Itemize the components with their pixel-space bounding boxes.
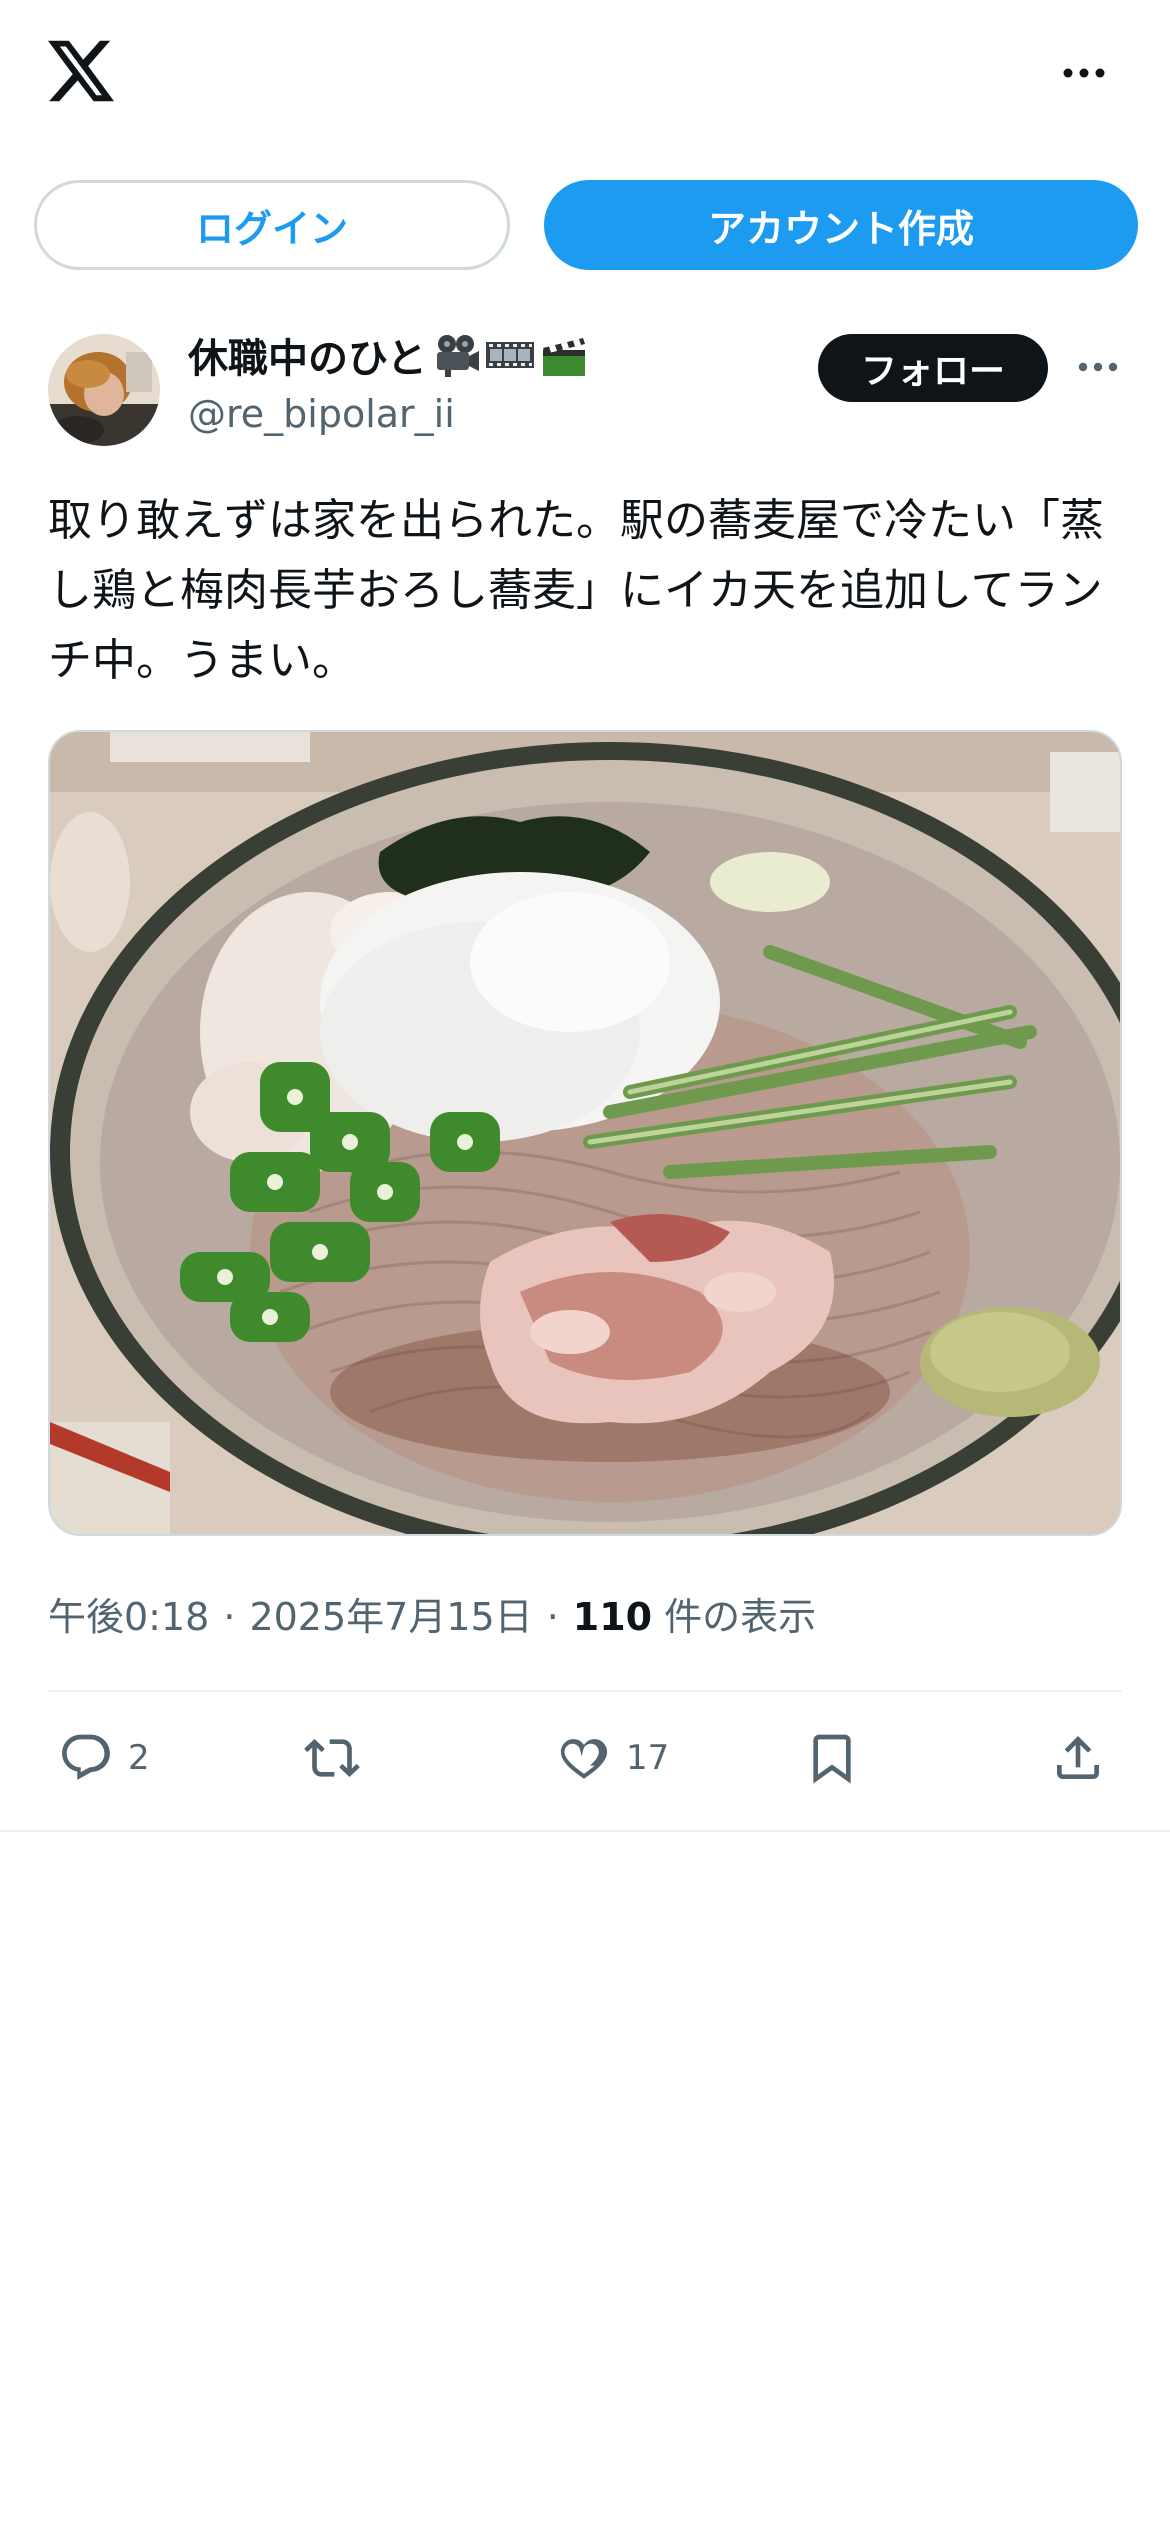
- views-label: 件の表示: [664, 1595, 817, 1639]
- page: ログイン アカウント作成 休職中のひと @re_bipolar_ii フォロー …: [0, 0, 1170, 2532]
- food-photo: [50, 732, 1120, 1534]
- tweet-text: 取り敢えずは家を出られた。駅の蕎麦屋で冷たい「蒸し鶏と梅肉長芋おろし蕎麦」にイカ…: [48, 495, 1104, 686]
- tweet-time[interactable]: 午後0:18: [48, 1586, 209, 1641]
- top-bar: [0, 0, 1170, 150]
- login-button[interactable]: ログイン: [34, 180, 510, 270]
- tweet-date[interactable]: 2025年7月15日: [249, 1586, 532, 1641]
- like-count: 17: [626, 1738, 670, 1778]
- clapper-board-icon: [542, 338, 585, 376]
- bookmark-button[interactable]: [804, 1726, 860, 1790]
- views-count: 110: [572, 1595, 653, 1639]
- author-name-row: 休職中のひと: [188, 330, 589, 382]
- share-icon: [1057, 1736, 1099, 1779]
- like-button[interactable]: 17: [556, 1726, 669, 1790]
- bookmark-icon: [813, 1734, 851, 1784]
- author-handle[interactable]: @re_bipolar_ii: [188, 392, 455, 436]
- movie-camera-icon: [436, 335, 479, 377]
- divider: [48, 1690, 1122, 1692]
- more-horizontal-icon[interactable]: [1060, 58, 1108, 88]
- reply-button[interactable]: 2: [58, 1726, 150, 1790]
- retweet-icon: [304, 1739, 360, 1777]
- more-horizontal-icon[interactable]: [1076, 352, 1120, 382]
- avatar-photo: [48, 334, 160, 446]
- meta-separator: ·: [546, 1595, 559, 1639]
- retweet-button[interactable]: [304, 1726, 374, 1790]
- film-frames-icon: [485, 342, 534, 368]
- avatar[interactable]: [48, 334, 160, 446]
- meta-separator: ·: [223, 1595, 236, 1639]
- divider: [0, 1830, 1170, 1832]
- reply-count: 2: [128, 1738, 150, 1778]
- reply-icon: [62, 1734, 110, 1780]
- share-button[interactable]: [1050, 1726, 1106, 1790]
- follow-button[interactable]: フォロー: [818, 334, 1048, 402]
- tweet-meta: 午後0:18 · 2025年7月15日 · 110 件の表示: [48, 1586, 816, 1641]
- author-display-name[interactable]: 休職中のひと: [188, 326, 427, 384]
- tweet-media[interactable]: [48, 730, 1122, 1536]
- x-logo-icon[interactable]: [48, 40, 114, 102]
- create-account-button[interactable]: アカウント作成: [544, 180, 1138, 270]
- heart-icon: [560, 1739, 608, 1779]
